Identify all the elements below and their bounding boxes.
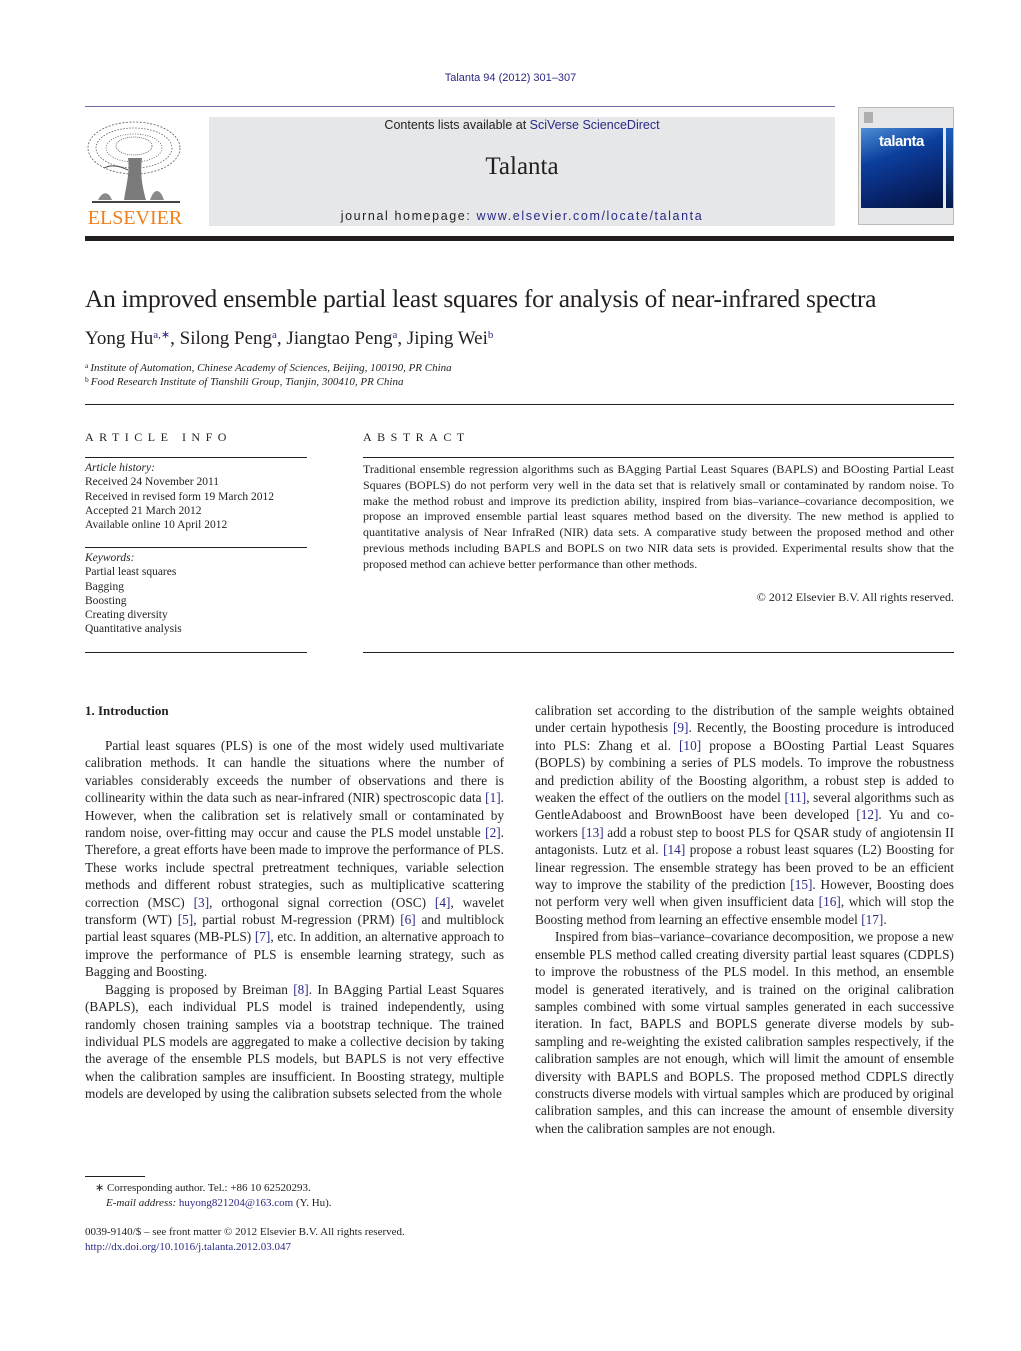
body-text: Inspired from bias–variance–covariance d… bbox=[535, 929, 954, 1136]
affiliation-divider bbox=[85, 404, 954, 405]
affiliation-text: Institute of Automation, Chinese Academy… bbox=[90, 362, 452, 374]
section-heading-introduction: 1. Introduction bbox=[85, 703, 169, 718]
journal-masthead: Contents lists available at SciVerse Sci… bbox=[209, 117, 835, 226]
body-text: Partial least squares (PLS) is one of th… bbox=[85, 738, 504, 806]
author-affiliation-mark[interactable]: a,∗ bbox=[153, 329, 170, 341]
citation-link[interactable]: [6] bbox=[400, 912, 416, 927]
abstract-heading: ABSTRACT bbox=[363, 430, 470, 444]
article-info-rule-bottom bbox=[85, 652, 307, 653]
author-name: Silong Peng bbox=[179, 328, 273, 349]
header-top-rule bbox=[85, 106, 835, 107]
corresponding-author-footnote: ∗ Corresponding author. Tel.: +86 10 625… bbox=[85, 1181, 504, 1211]
homepage-prefix: journal homepage: bbox=[340, 209, 477, 223]
email-line: E-mail address: huyong821204@163.com (Y.… bbox=[85, 1196, 504, 1211]
affiliation-mark: b bbox=[85, 375, 89, 384]
paragraph: Inspired from bias–variance–covariance d… bbox=[535, 928, 954, 1137]
issn-block: 0039-9140/$ – see front matter © 2012 El… bbox=[85, 1225, 504, 1255]
email-suffix: (Y. Hu). bbox=[293, 1197, 332, 1209]
citation-link[interactable]: [10] bbox=[679, 738, 701, 753]
sciencedirect-link[interactable]: SciVerse ScienceDirect bbox=[530, 118, 660, 132]
keywords-label: Keywords: bbox=[85, 552, 135, 564]
author-email-link[interactable]: huyong821204@163.com bbox=[179, 1197, 293, 1209]
affiliation-text: Food Research Institute of Tianshili Gro… bbox=[90, 376, 404, 388]
keyword: Creating diversity bbox=[85, 609, 168, 622]
doi-link[interactable]: http://dx.doi.org/10.1016/j.talanta.2012… bbox=[85, 1241, 291, 1253]
article-info-rule-top bbox=[85, 457, 307, 458]
history-online: Available online 10 April 2012 bbox=[85, 519, 228, 532]
citation-link[interactable]: [12] bbox=[856, 807, 878, 822]
citation-link[interactable]: [17] bbox=[861, 912, 883, 927]
citation-link[interactable]: [16] bbox=[819, 894, 841, 909]
body-text: , orthogonal signal correction (OSC) bbox=[209, 894, 435, 910]
journal-cover-thumbnail[interactable]: talanta bbox=[858, 107, 954, 225]
citation-link[interactable]: [7] bbox=[255, 929, 271, 944]
author-name: Yong Hu bbox=[85, 328, 154, 349]
footnote-rule bbox=[85, 1176, 145, 1177]
body-column-left: Partial least squares (PLS) is one of th… bbox=[85, 737, 504, 1103]
cover-spine-artwork bbox=[946, 128, 953, 208]
contents-prefix: Contents lists available at bbox=[384, 118, 530, 132]
elsevier-wordmark: ELSEVIER bbox=[87, 207, 183, 229]
email-label: E-mail address: bbox=[106, 1197, 179, 1209]
author-affiliation-mark[interactable]: a bbox=[393, 329, 398, 341]
header-bottom-rule bbox=[85, 236, 954, 241]
body-text: . bbox=[883, 911, 887, 927]
elsevier-tree-icon bbox=[87, 121, 181, 203]
paragraph: Bagging is proposed by Breiman [8]. In B… bbox=[85, 981, 504, 1103]
body-text: Bagging is proposed by Breiman bbox=[105, 981, 294, 997]
author-list: Yong Hua,∗, Silong Penga, Jiangtao Penga… bbox=[85, 328, 494, 349]
citation-link[interactable]: [2] bbox=[485, 825, 501, 840]
citation-link[interactable]: [14] bbox=[663, 842, 685, 857]
body-column-right: calibration set according to the distrib… bbox=[535, 702, 954, 1137]
corresponding-line: ∗ Corresponding author. Tel.: +86 10 625… bbox=[95, 1182, 311, 1194]
article-info-rule-middle bbox=[85, 547, 307, 548]
cover-title: talanta bbox=[879, 133, 924, 150]
abstract-rule-bottom bbox=[363, 652, 954, 653]
paragraph: Partial least squares (PLS) is one of th… bbox=[85, 737, 504, 981]
keyword: Bagging bbox=[85, 580, 124, 593]
abstract-copyright: © 2012 Elsevier B.V. All rights reserved… bbox=[756, 590, 954, 604]
keyword: Partial least squares bbox=[85, 566, 177, 579]
citation-link[interactable]: [4] bbox=[435, 895, 451, 910]
author-affiliation-mark[interactable]: b bbox=[488, 329, 494, 341]
keyword: Quantitative analysis bbox=[85, 623, 182, 636]
issn-line: 0039-9140/$ – see front matter © 2012 El… bbox=[85, 1226, 405, 1238]
running-head-citation[interactable]: Talanta 94 (2012) 301–307 bbox=[0, 72, 1021, 84]
author-affiliation-mark[interactable]: a bbox=[272, 329, 277, 341]
body-text: , partial robust M-regression (PRM) bbox=[193, 912, 401, 928]
body-text: . In BAgging Partial Least Squares (BAPL… bbox=[85, 981, 504, 1102]
citation-link[interactable]: [1] bbox=[485, 790, 501, 805]
homepage-line: journal homepage: www.elsevier.com/locat… bbox=[209, 209, 835, 223]
cover-elsevier-icon bbox=[864, 112, 873, 123]
paragraph: calibration set according to the distrib… bbox=[535, 702, 954, 928]
elsevier-logo[interactable]: ELSEVIER bbox=[84, 118, 186, 230]
history-accepted: Accepted 21 March 2012 bbox=[85, 504, 202, 517]
affiliation-mark: a bbox=[85, 361, 89, 370]
author-name: Jiping Wei bbox=[406, 328, 488, 349]
journal-title: Talanta bbox=[485, 153, 559, 180]
abstract-text: Traditional ensemble regression algorith… bbox=[363, 462, 954, 571]
author-name: Jiangtao Peng bbox=[286, 328, 393, 349]
affiliation-b: b Food Research Institute of Tianshili Gr… bbox=[85, 375, 403, 388]
citation-link[interactable]: [9] bbox=[673, 720, 689, 735]
citation-link[interactable]: [15] bbox=[790, 877, 812, 892]
article-info-heading: ARTICLE INFO bbox=[85, 430, 232, 444]
history-revised: Received in revised form 19 March 2012 bbox=[85, 490, 275, 503]
keyword: Boosting bbox=[85, 594, 127, 607]
affiliation-a: a Institute of Automation, Chinese Academ… bbox=[85, 361, 452, 374]
history-received: Received 24 November 2011 bbox=[85, 476, 220, 489]
contents-line: Contents lists available at SciVerse Sci… bbox=[209, 118, 835, 132]
article-history-label: Article history: bbox=[85, 462, 155, 474]
journal-homepage-link[interactable]: www.elsevier.com/locate/talanta bbox=[477, 209, 704, 223]
keywords: Keywords: Partial least squares Bagging … bbox=[85, 551, 182, 637]
citation-link[interactable]: [5] bbox=[178, 912, 194, 927]
citation-link[interactable]: [8] bbox=[293, 982, 309, 997]
citation-link[interactable]: [13] bbox=[582, 825, 604, 840]
citation-link[interactable]: [11] bbox=[785, 790, 807, 805]
citation-link[interactable]: [3] bbox=[194, 895, 210, 910]
abstract-rule-top bbox=[363, 457, 954, 458]
article-title: An improved ensemble partial least squar… bbox=[85, 284, 877, 313]
article-history: Article history: Received 24 November 20… bbox=[85, 461, 274, 532]
